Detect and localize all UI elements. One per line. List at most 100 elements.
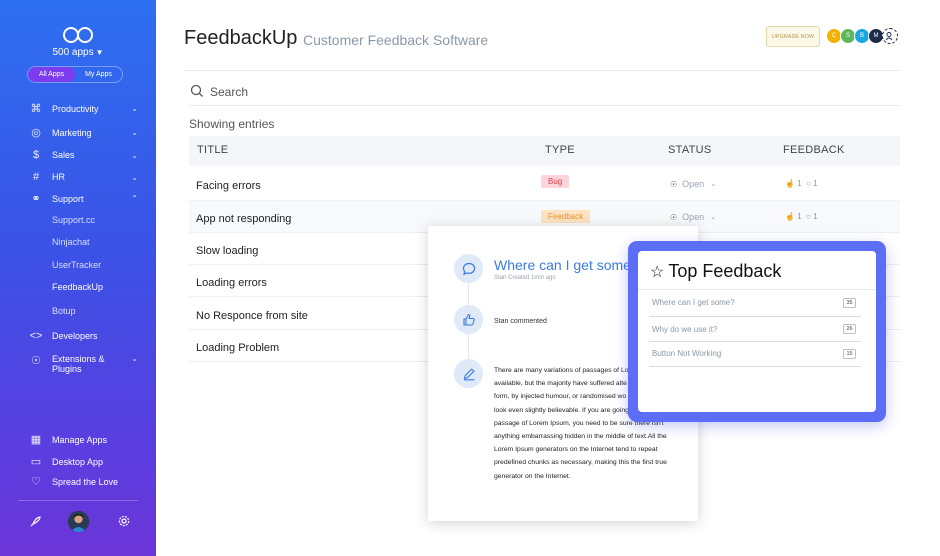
chevron-down-icon: ⌄ <box>131 128 138 137</box>
sidebar-item-label: Extensions & Plugins <box>52 354 131 374</box>
top-feedback-item-count: 35 <box>843 298 856 308</box>
support-sub-ninjachat[interactable]: Ninjachat <box>52 237 90 247</box>
top-feedback-item-label[interactable]: Button Not Working <box>652 349 721 358</box>
spread-love-link[interactable]: ♡ Spread the Love <box>28 475 138 488</box>
dollar-icon: $ <box>32 149 40 161</box>
showing-entries-label: Showing entries <box>189 117 275 131</box>
sidebar-item-productivity[interactable]: ⌘ Productivity ⌄ <box>28 102 139 115</box>
page-subtitle: Customer Feedback Software <box>303 32 489 48</box>
comments-count: 1 <box>813 179 818 188</box>
status-dropdown[interactable]: ☉ Open ⌄ <box>670 212 716 222</box>
avatar[interactable] <box>68 511 89 532</box>
extensions-label-line1: Extensions & <box>52 354 105 364</box>
chevron-down-icon: ⌄ <box>131 150 138 160</box>
sidebar-item-developers[interactable]: <> Developers <box>28 330 138 342</box>
upgrade-now-button[interactable]: UPGRADE NOW <box>766 26 820 47</box>
my-apps-tab[interactable]: My Apps <box>75 67 122 82</box>
thumbs-up-icon <box>462 313 475 326</box>
top-feedback-item-count: 15 <box>843 349 856 359</box>
sidebar-item-extensions[interactable]: ☉ Extensions & Plugins ⌄ <box>28 354 138 374</box>
all-apps-tab[interactable]: All Apps <box>28 67 75 82</box>
chevron-down-icon: ⌄ <box>710 181 717 188</box>
support-sub-supportcc[interactable]: Support.cc <box>52 215 95 225</box>
infinity-logo-icon <box>63 27 93 43</box>
column-header-status[interactable]: STATUS <box>668 144 712 156</box>
sidebar-item-label: Developers <box>52 331 98 341</box>
sidebar-item-label: Support <box>52 193 84 204</box>
sidebar-item-hr[interactable]: # HR ⌄ <box>28 171 138 183</box>
column-header-title[interactable]: TITLE <box>197 144 228 156</box>
detail-meta: Stan Created 1min ago <box>494 275 556 281</box>
header-divider <box>184 70 900 71</box>
chevron-down-icon: ⌄ <box>131 354 138 363</box>
feedback-counts: ☝ 1 ○ 1 <box>785 179 818 188</box>
star-icon: ☆ <box>650 263 665 281</box>
row-title: Loading errors <box>196 277 267 289</box>
chat-bubble-icon <box>462 262 475 275</box>
command-icon: ⌘ <box>30 103 42 115</box>
top-feedback-divider <box>638 289 876 290</box>
top-feedback-item-label[interactable]: Where can I get some? <box>652 298 735 307</box>
comment-icon: ○ <box>806 212 811 221</box>
likes-count: 1 <box>797 179 802 188</box>
body-line: anything embarrassing hidden in the midd… <box>494 433 667 441</box>
settings-gear-icon[interactable] <box>118 515 130 527</box>
search-input[interactable] <box>210 85 510 99</box>
manage-apps-link[interactable]: ▦ Manage Apps <box>28 433 138 446</box>
hash-icon: # <box>32 171 40 183</box>
search-divider <box>189 105 900 106</box>
desktop-app-link[interactable]: ▭ Desktop App <box>28 455 138 468</box>
body-line: form, by injected humour, or randomised … <box>494 393 627 401</box>
body-line: available, but the majority have suffere… <box>494 380 627 388</box>
likes-count: 1 <box>797 212 802 221</box>
comments-count: 1 <box>813 212 818 221</box>
type-badge-feedback: Feedback <box>541 210 591 223</box>
page-title: FeedbackUp <box>184 27 298 49</box>
sidebar-item-label: Productivity <box>52 103 99 114</box>
timeline-node-edited <box>454 359 483 388</box>
status-label: Open <box>682 212 705 222</box>
sidebar-item-sales[interactable]: $ Sales ⌄ <box>28 149 138 161</box>
top-feedback-item-label[interactable]: Why do we use it? <box>652 325 717 334</box>
chevron-up-icon: ⌃ <box>131 194 138 203</box>
grid-icon: ▦ <box>30 434 42 446</box>
body-line: There are many variations of passages of… <box>494 367 629 374</box>
type-badge-bug: Bug <box>541 175 570 188</box>
support-sub-botup[interactable]: Botup <box>52 306 76 316</box>
apps-count-label: 500 apps <box>52 47 94 58</box>
support-sub-usertracker[interactable]: UserTracker <box>52 260 101 270</box>
row-title: Facing errors <box>196 180 261 192</box>
detail-comment: Stan commented <box>494 318 547 325</box>
top-feedback-title: ☆ Top Feedback <box>650 261 781 282</box>
support-sub-feedbackup[interactable]: FeedbackUp <box>52 282 103 292</box>
column-header-type[interactable]: TYPE <box>545 144 575 156</box>
apps-count-dropdown[interactable]: 500 apps ▼ <box>0 47 156 58</box>
heart-icon: ♡ <box>31 476 41 488</box>
row-title: Slow loading <box>196 245 259 257</box>
top-feedback-title-text: Top Feedback <box>668 261 782 281</box>
manage-apps-label: Manage Apps <box>52 434 108 445</box>
row-title: App not responding <box>196 213 292 225</box>
row-title: No Responce from site <box>196 310 308 322</box>
chevron-down-icon: ▼ <box>95 48 104 57</box>
rocket-icon[interactable] <box>29 515 42 528</box>
column-header-feedback[interactable]: FEEDBACK <box>783 144 845 156</box>
spread-love-label: Spread the Love <box>52 476 119 487</box>
body-line: look even slightly believable. If you ar… <box>494 406 629 414</box>
status-dropdown[interactable]: ☉ Open ⌄ <box>670 179 716 189</box>
sidebar-item-marketing[interactable]: ◎ Marketing ⌄ <box>28 126 138 139</box>
body-line: Lorem Ipsum generators on the Internet t… <box>494 446 658 454</box>
code-icon: <> <box>29 330 43 342</box>
comment-icon: ○ <box>806 179 811 188</box>
chevron-down-icon: ⌄ <box>131 172 138 182</box>
add-user-button[interactable] <box>882 28 898 44</box>
sidebar-item-label: HR <box>52 172 65 182</box>
sidebar-item-label: Sales <box>52 150 75 160</box>
thumbs-up-icon: ☝ <box>785 212 795 221</box>
headset-icon: ⚭ <box>31 193 41 205</box>
status-label: Open <box>682 179 705 189</box>
sidebar-item-support[interactable]: ⚭ Support ⌃ <box>28 192 138 205</box>
extensions-label-line2: Plugins <box>52 364 82 374</box>
chevron-down-icon: ⌄ <box>131 104 138 113</box>
target-icon: ◎ <box>31 127 41 139</box>
